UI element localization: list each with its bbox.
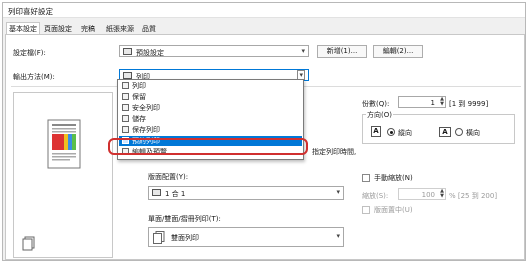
dropdown-item-label: 保留 [132,93,146,101]
portrait-label: 縱向 [398,129,412,137]
dropdown-item-secure-print[interactable]: 安全列印 [119,103,302,113]
profile-select[interactable]: 預設設定 ▾ [119,45,309,57]
page-preview-icon [47,119,81,169]
manual-scaling-checkbox[interactable] [362,174,370,182]
tab-label: 基本設定 [9,25,37,33]
layout-value: 1 合 1 [165,190,186,198]
copies-stepper[interactable]: 1 ▲ ▼ [398,96,446,108]
scaling-stepper[interactable]: 100 ▲ ▼ [398,188,446,200]
layout-label: 版面配置(Y): [148,173,189,181]
scaling-range: % [25 到 200] [449,192,498,200]
copies-stack-icon [22,236,35,251]
dropdown-item-hold[interactable]: 保留 [119,92,302,102]
landscape-label: 橫向 [466,129,480,137]
profile-value: 預設設定 [136,49,164,57]
dropdown-item-store[interactable]: 儲存 [119,114,302,124]
output-method-label: 輸出方法(M): [13,73,55,81]
center-page-label: 版面置中(U) [374,206,413,214]
spin-arrows-icon[interactable]: ▲ ▼ [440,189,444,199]
lock-icon [122,104,129,111]
landscape-icon: A [439,127,451,137]
dropdown-item-label: 安全列印 [132,104,160,112]
chevron-down-icon: ▾ [336,232,340,240]
dropdown-item-label: 保存列印 [132,126,160,134]
dropdown-item-print[interactable]: 列印 [119,81,302,91]
duplex-value: 雙面列印 [171,234,199,242]
duplex-label: 單面/雙面/摺冊列印(T): [148,215,221,223]
duplex-icon [153,231,165,244]
tab-quality[interactable]: 品質 [140,23,162,34]
printer-icon [123,72,132,79]
store-icon [122,115,129,122]
tab-label: 品質 [142,25,156,33]
tab-label: 頁面設定 [44,25,72,33]
dropdown-item-label: 列印 [132,82,146,90]
profile-icon [123,48,132,55]
spin-arrows-icon[interactable]: ▲ ▼ [440,97,444,107]
profile-label: 設定檔(F): [13,49,46,57]
printer-icon [122,82,129,89]
tab-paper-source[interactable]: 紙張來源 [104,23,138,34]
dropdown-item-label: 儲存 [132,115,146,123]
copies-label: 份數(Q): [362,100,390,108]
tab-page-setup[interactable]: 頁面設定 [42,23,76,34]
hold-icon [122,93,129,100]
highlight-annotation [108,138,308,155]
chevron-down-icon: ▾ [336,188,340,196]
layout-icon [152,189,161,196]
portrait-icon: A [371,126,381,137]
preview-panel [13,92,113,258]
chevron-down-icon: ▾ [301,47,305,55]
landscape-radio[interactable] [455,128,463,136]
duplex-select[interactable]: 雙面列印 ▾ [148,227,344,247]
dropdown-item-save-print[interactable]: 保存列印 [119,125,302,135]
orientation-label: 方向(O) [366,110,393,120]
portrait-radio[interactable] [387,128,395,136]
scaling-value: 100 [421,191,435,199]
tab-finishing[interactable]: 完稿 [79,23,101,34]
window-title: 列印喜好設定 [8,7,53,16]
title-bar: 列印喜好設定 [3,3,525,18]
save-print-icon [122,126,129,133]
scaling-label: 縮放(S): [362,192,389,200]
tab-label: 紙張來源 [106,25,134,33]
schedule-hint: 指定列印時間, [312,148,357,156]
edit-profile-button[interactable]: 編輯(2)... [373,45,423,58]
center-page-checkbox[interactable] [362,206,370,214]
add-profile-button[interactable]: 新增(1)... [317,45,367,58]
copies-value: 1 [430,99,435,107]
manual-scaling-label: 手動縮放(N) [374,174,413,182]
tab-label: 完稿 [81,25,95,33]
layout-select[interactable]: 1 合 1 ▾ [148,186,344,200]
copies-range: [1 到 9999] [449,100,489,108]
